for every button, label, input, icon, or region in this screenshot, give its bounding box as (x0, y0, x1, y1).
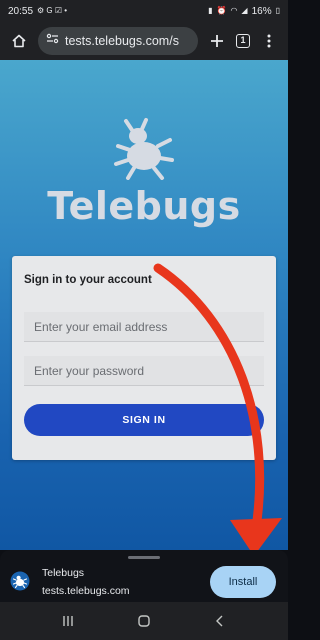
app-bug-icon (10, 571, 30, 591)
notification-icons: ⚙ G ☑ • (37, 6, 68, 15)
home-icon[interactable] (6, 28, 32, 54)
tab-count: 1 (236, 34, 250, 48)
back-nav-icon[interactable] (205, 606, 235, 636)
tab-switcher-icon[interactable]: 1 (230, 28, 256, 54)
url-text[interactable]: tests.telebugs.com/s (65, 34, 179, 48)
password-field[interactable] (24, 356, 264, 386)
recents-icon[interactable] (53, 606, 83, 636)
brand-title: Telebugs (47, 184, 241, 228)
status-time: 20:55 (8, 5, 34, 17)
drag-handle[interactable] (128, 556, 160, 559)
app-url: tests.telebugs.com (42, 585, 130, 597)
new-tab-icon[interactable] (204, 28, 230, 54)
wifi-icon: ◠ (230, 6, 238, 15)
more-menu-icon[interactable] (256, 28, 282, 54)
alarm-icon: ⏰ (216, 6, 227, 15)
system-nav-bar (0, 602, 288, 640)
signin-card: Sign in to your account SIGN IN (12, 256, 276, 460)
email-field[interactable] (24, 312, 264, 342)
install-button[interactable]: Install (210, 566, 276, 598)
status-bar-left: 20:55 ⚙ G ☑ • (8, 6, 67, 17)
site-info-icon[interactable] (46, 32, 59, 50)
battery-icon: ▯ (275, 6, 280, 15)
screen: 20:55 ⚙ G ☑ • ▮ ⏰ ◠ ◢ 16% ▯ tests.telebu… (0, 0, 288, 640)
vibrate-icon: ▮ (208, 6, 213, 15)
status-bar-right: ▮ ⏰ ◠ ◢ 16% ▯ (208, 6, 280, 17)
home-nav-icon[interactable] (129, 606, 159, 636)
signal-icon: ◢ (241, 6, 248, 15)
bug-logo-icon (0, 116, 288, 185)
app-name: Telebugs (42, 567, 85, 579)
address-bar[interactable]: tests.telebugs.com/s (38, 27, 198, 55)
install-banner: Telebugs tests.telebugs.com Install (0, 550, 288, 602)
signin-title: Sign in to your account (24, 274, 152, 286)
browser-toolbar: tests.telebugs.com/s 1 (0, 22, 288, 60)
status-bar: 20:55 ⚙ G ☑ • ▮ ⏰ ◠ ◢ 16% ▯ (0, 0, 288, 22)
signin-button[interactable]: SIGN IN (24, 404, 264, 436)
web-page: Telebugs Sign in to your account SIGN IN (0, 60, 288, 550)
battery-percent: 16% (251, 5, 272, 17)
